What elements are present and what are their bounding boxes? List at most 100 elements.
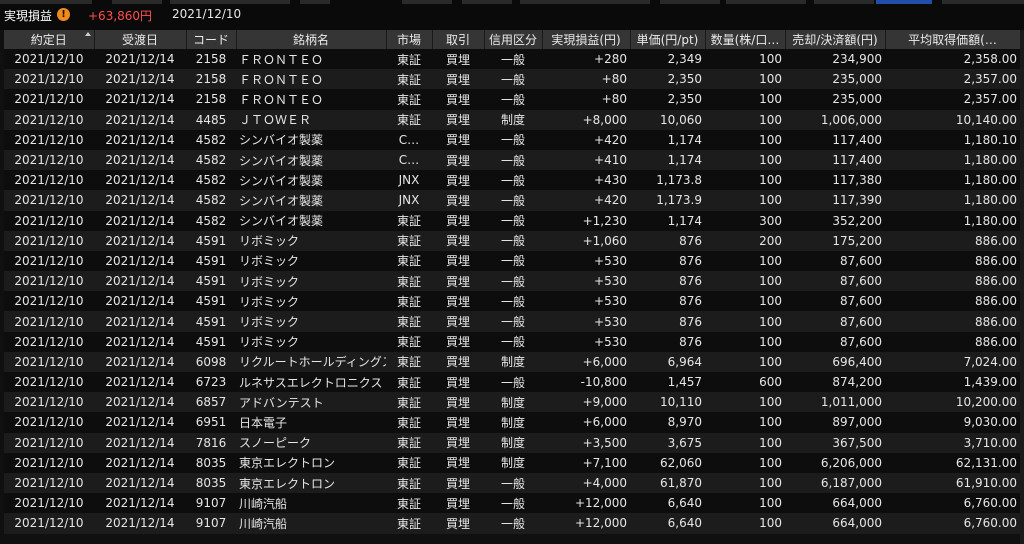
toolbar-control-10[interactable] bbox=[814, 0, 874, 4]
table-row[interactable]: 2021/12/10 2021/12/14 4582 シンバイオ製薬 JNX 買埋 一般 +4… bbox=[4, 190, 1020, 211]
cell-settle-date: 2021/12/14 bbox=[94, 472, 186, 494]
col-header-margin-type[interactable]: 信用区分 bbox=[484, 30, 543, 49]
cell-quantity: 100 bbox=[705, 311, 785, 332]
cell-settlement-amount: 696,400 bbox=[785, 351, 885, 372]
toolbar-control-8[interactable] bbox=[660, 0, 720, 4]
cell-name: 日本電子 bbox=[236, 412, 386, 433]
col-header-settlement-amount[interactable]: 売却/決済額(円) bbox=[785, 30, 886, 49]
cell-quantity: 100 bbox=[705, 170, 785, 191]
cell-settle-date: 2021/12/14 bbox=[94, 331, 186, 352]
toolbar-control-6[interactable] bbox=[462, 0, 512, 4]
cell-unit-price: 6,640 bbox=[630, 493, 705, 514]
cell-name: ＦＲＯＮＴＥＯ bbox=[236, 49, 386, 70]
cell-quantity: 100 bbox=[705, 291, 785, 312]
col-header-code[interactable]: コード bbox=[186, 30, 237, 49]
realized-pl-total: +63,860円 bbox=[88, 9, 153, 23]
cell-unit-price: 62,060 bbox=[630, 452, 705, 473]
table-row[interactable]: 2021/12/10 2021/12/14 4485 ＪＴＯＷＥＲ 東証 買埋 制度 +8,0… bbox=[4, 109, 1020, 130]
toolbar-control-2[interactable] bbox=[112, 0, 162, 4]
table-row[interactable]: 2021/12/10 2021/12/14 7816 スノーピーク 東証 買埋 制度 +3,5… bbox=[4, 432, 1020, 453]
table-row[interactable]: 2021/12/10 2021/12/14 4591 リボミック 東証 買埋 一般 +530 8… bbox=[4, 331, 1020, 352]
col-header-name[interactable]: 銘柄名 bbox=[236, 30, 387, 49]
table-row[interactable]: 2021/12/10 2021/12/14 4591 リボミック 東証 買埋 一般 +530 8… bbox=[4, 271, 1020, 292]
table-row[interactable]: 2021/12/10 2021/12/14 4582 シンバイオ製薬 JNX 買埋 一般 +4… bbox=[4, 170, 1020, 191]
cell-trade-date: 2021/12/10 bbox=[4, 69, 94, 90]
table-row[interactable]: 2021/12/10 2021/12/14 8035 東京エレクトロン 東証 買埋 一般 +4… bbox=[4, 472, 1020, 494]
table-row[interactable]: 2021/12/10 2021/12/14 2158 ＦＲＯＮＴＥＯ 東証 買埋 一般 +28… bbox=[4, 49, 1020, 70]
cell-avg-cost: 62,131.00 bbox=[885, 452, 1020, 473]
cell-margin-type: 一般 bbox=[484, 129, 542, 150]
cell-trade-type: 買埋 bbox=[432, 250, 484, 272]
cell-trade-date: 2021/12/10 bbox=[4, 452, 94, 473]
realized-pl-table: 約定日 受渡日 コード 銘柄名 市場 取引 信用区分 実現損益(円) 単価(円/… bbox=[4, 30, 1021, 534]
table-row[interactable]: 2021/12/10 2021/12/14 6723 ルネサスエレクトロニクス 東証 買埋… bbox=[4, 372, 1020, 393]
cell-market: 東証 bbox=[386, 69, 432, 90]
table-row[interactable]: 2021/12/10 2021/12/14 6951 日本電子 東証 買埋 制度 +6,000… bbox=[4, 412, 1020, 433]
cell-unit-price: 6,640 bbox=[630, 513, 705, 534]
table-row[interactable]: 2021/12/10 2021/12/14 4582 シンバイオ製薬 C… 買埋 一般 +41… bbox=[4, 149, 1020, 171]
cell-name: スノーピーク bbox=[236, 432, 386, 453]
warning-icon[interactable]: ! bbox=[57, 8, 70, 21]
cell-code: 6723 bbox=[186, 372, 236, 393]
table-row[interactable]: 2021/12/10 2021/12/14 4582 シンバイオ製薬 東証 買埋 一般 +1,… bbox=[4, 210, 1020, 231]
table-row[interactable]: 2021/12/10 2021/12/14 6098 リクルートホールディングス 東証買… bbox=[4, 351, 1020, 372]
cell-trade-type: 買埋 bbox=[432, 412, 484, 433]
toolbar-control-11[interactable] bbox=[876, 0, 932, 4]
table-row[interactable]: 2021/12/10 2021/12/14 4582 シンバイオ製薬 C… 買埋 一般 +42… bbox=[4, 129, 1020, 150]
cell-unit-price: 1,174 bbox=[630, 149, 705, 171]
table-row[interactable]: 2021/12/10 2021/12/14 4591 リボミック 東証 買埋 一般 +530 8… bbox=[4, 250, 1020, 272]
cell-market: 東証 bbox=[386, 250, 432, 272]
table-row[interactable]: 2021/12/10 2021/12/14 8035 東京エレクトロン 東証 買埋 制度 +7… bbox=[4, 452, 1020, 473]
table-row[interactable]: 2021/12/10 2021/12/14 6857 アドバンテスト 東証 買埋 制度 +9,… bbox=[4, 392, 1020, 413]
col-header-quantity[interactable]: 数量(株/口… bbox=[705, 30, 786, 49]
toolbar-control-4[interactable] bbox=[300, 0, 330, 4]
table-row[interactable]: 2021/12/10 2021/12/14 9107 川崎汽船 東証 買埋 一般 +12,00… bbox=[4, 513, 1020, 534]
toolbar-control-9[interactable] bbox=[726, 0, 806, 4]
cell-unit-price: 6,964 bbox=[630, 351, 705, 372]
cell-code: 9107 bbox=[186, 513, 236, 534]
cell-trade-date: 2021/12/10 bbox=[4, 311, 94, 332]
cell-margin-type: 一般 bbox=[484, 291, 542, 312]
cell-settle-date: 2021/12/14 bbox=[94, 89, 186, 110]
toolbar-control-5[interactable] bbox=[402, 0, 452, 4]
col-header-settle-date[interactable]: 受渡日 bbox=[94, 30, 187, 49]
cell-settlement-amount: 6,206,000 bbox=[785, 452, 885, 473]
table-row[interactable]: 2021/12/10 2021/12/14 9107 川崎汽船 東証 買埋 一般 +12,00… bbox=[4, 493, 1020, 514]
cell-quantity: 100 bbox=[705, 129, 785, 150]
cell-realized-pl: +4,000 bbox=[542, 472, 630, 494]
table-row[interactable]: 2021/12/10 2021/12/14 4591 リボミック 東証 買埋 一般 +1,06… bbox=[4, 230, 1020, 251]
col-header-avg-cost[interactable]: 平均取得価額(… bbox=[885, 30, 1021, 49]
vertical-scrollbar[interactable] bbox=[1020, 30, 1024, 544]
toolbar-control-1[interactable] bbox=[0, 0, 92, 4]
col-header-trade-date[interactable]: 約定日 bbox=[4, 30, 95, 49]
col-header-unit-price[interactable]: 単価(円/pt) bbox=[630, 30, 706, 49]
cell-trade-date: 2021/12/10 bbox=[4, 513, 94, 534]
cell-settle-date: 2021/12/14 bbox=[94, 291, 186, 312]
table-row[interactable]: 2021/12/10 2021/12/14 2158 ＦＲＯＮＴＥＯ 東証 買埋 一般 +80… bbox=[4, 89, 1020, 110]
cell-settle-date: 2021/12/14 bbox=[94, 149, 186, 171]
col-header-trade-type[interactable]: 取引 bbox=[432, 30, 485, 49]
cell-settlement-amount: 1,006,000 bbox=[785, 109, 885, 130]
cell-unit-price: 1,457 bbox=[630, 372, 705, 393]
cell-market: 東証 bbox=[386, 432, 432, 453]
toolbar-control-12[interactable] bbox=[942, 0, 1024, 4]
cell-market: 東証 bbox=[386, 412, 432, 433]
cell-margin-type: 一般 bbox=[484, 210, 542, 231]
table-row[interactable]: 2021/12/10 2021/12/14 4591 リボミック 東証 買埋 一般 +530 8… bbox=[4, 311, 1020, 332]
cell-market: 東証 bbox=[386, 452, 432, 473]
cell-code: 8035 bbox=[186, 472, 236, 494]
cell-unit-price: 2,349 bbox=[630, 49, 705, 70]
cell-trade-date: 2021/12/10 bbox=[4, 291, 94, 312]
cell-avg-cost: 1,180.00 bbox=[885, 170, 1020, 191]
cell-settle-date: 2021/12/14 bbox=[94, 513, 186, 534]
toolbar-control-7[interactable] bbox=[520, 0, 650, 4]
col-header-market[interactable]: 市場 bbox=[386, 30, 433, 49]
cell-trade-type: 買埋 bbox=[432, 89, 484, 110]
col-header-realized-pl[interactable]: 実現損益(円) bbox=[542, 30, 631, 49]
cell-trade-type: 買埋 bbox=[432, 149, 484, 171]
toolbar-control-3[interactable] bbox=[170, 0, 290, 4]
table-row[interactable]: 2021/12/10 2021/12/14 2158 ＦＲＯＮＴＥＯ 東証 買埋 一般 +80… bbox=[4, 69, 1020, 90]
cell-trade-type: 買埋 bbox=[432, 109, 484, 130]
table-row[interactable]: 2021/12/10 2021/12/14 4591 リボミック 東証 買埋 一般 +530 8… bbox=[4, 291, 1020, 312]
cell-quantity: 100 bbox=[705, 392, 785, 413]
